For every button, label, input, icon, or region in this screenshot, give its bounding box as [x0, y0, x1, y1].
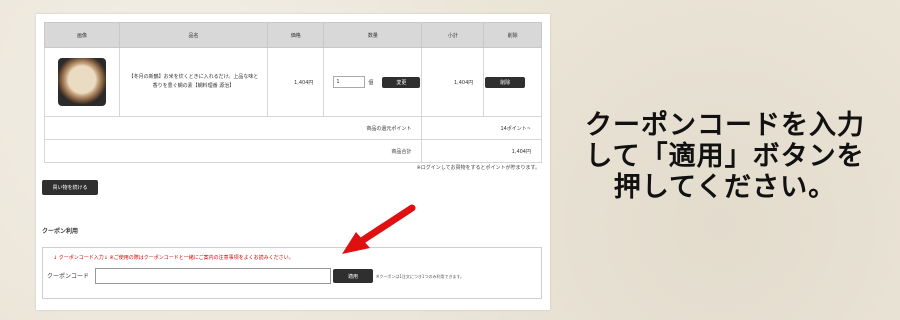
cart-item-row: 【冬月の新鶴】お米を炊くときに入れるだけ。上品な味と香りを豊ぐ鯛の素【鯛料理番 …	[44, 47, 542, 117]
instruction-line-1: クーポンコードを入力	[585, 110, 865, 141]
total-row: 商品合計 1,404円	[43, 139, 542, 163]
coupon-note: ↓ クーポンコード入力↓ ※ご使用の際はクーポンコードと一緒にご案内の注意事項を…	[53, 255, 294, 261]
cart-header-row: 画像 品名 価格 数量 小計 削除	[44, 22, 542, 48]
cart-table: 画像 品名 価格 数量 小計 削除 【冬月の新鶴】お米を炊くときに入れるだけ。上…	[43, 22, 542, 163]
col-header-price: 価格	[267, 22, 325, 48]
total-label: 商品合計	[43, 139, 423, 163]
points-label: 商品の還元ポイント	[43, 116, 423, 140]
coupon-box: ↓ クーポンコード入力↓ ※ご使用の際はクーポンコードと一緒にご案内の注意事項を…	[42, 247, 542, 299]
points-value: 14ポイント~	[421, 116, 542, 140]
login-points-note: ※ログインしてお買物をするとポイントが貯まります。	[416, 165, 540, 171]
col-header-product: 画像	[44, 22, 120, 48]
product-name-cell: 【冬月の新鶴】お米を炊くときに入れるだけ。上品な味と香りを豊ぐ鯛の素【鯛料理番 …	[118, 47, 269, 117]
product-name[interactable]: 【冬月の新鶴】お米を炊くときに入れるだけ。上品な味と香りを豊ぐ鯛の素【鯛料理番 …	[121, 73, 266, 91]
item-subtotal: 1,404円	[421, 47, 485, 117]
col-header-delete: 削除	[483, 22, 542, 48]
col-header-subtotal: 小計	[421, 22, 485, 48]
product-image[interactable]	[57, 58, 106, 106]
instruction-line-3: 押してください。	[613, 172, 837, 203]
delete-button[interactable]: 削除	[485, 76, 526, 88]
col-header-quantity: 数量	[323, 22, 423, 48]
points-row: 商品の還元ポイント 14ポイント~	[43, 116, 542, 140]
red-arrow-icon	[342, 204, 416, 254]
apply-note: ※クーポンは1注文につき1つのみ利用できます。	[376, 274, 465, 279]
total-value: 1,404円	[421, 139, 542, 163]
coupon-heading: クーポン利用	[42, 228, 79, 235]
instruction-line-2: して「適用」ボタンを	[585, 141, 865, 172]
apply-coupon-button[interactable]: 適用	[333, 269, 373, 283]
product-price: 1,404円	[267, 47, 325, 117]
quantity-cell: 1 個 変更	[323, 47, 423, 117]
cart-panel: 画像 品名 価格 数量 小計 削除 【冬月の新鶴】お米を炊くときに入れるだけ。上…	[36, 14, 550, 310]
col-header-name: 品名	[118, 22, 269, 48]
coupon-code-label: クーポンコード	[47, 273, 90, 280]
continue-shopping-button[interactable]: 買い物を続ける	[42, 180, 98, 195]
change-quantity-button[interactable]: 変更	[382, 76, 421, 88]
product-image-cell	[44, 47, 120, 117]
quantity-input[interactable]: 1	[333, 76, 366, 88]
coupon-code-input[interactable]	[95, 268, 331, 284]
instruction-text: クーポンコードを入力 して「適用」ボタンを 押してください。	[560, 110, 890, 203]
quantity-unit: 個	[368, 79, 374, 86]
delete-cell: 削除	[483, 47, 542, 117]
